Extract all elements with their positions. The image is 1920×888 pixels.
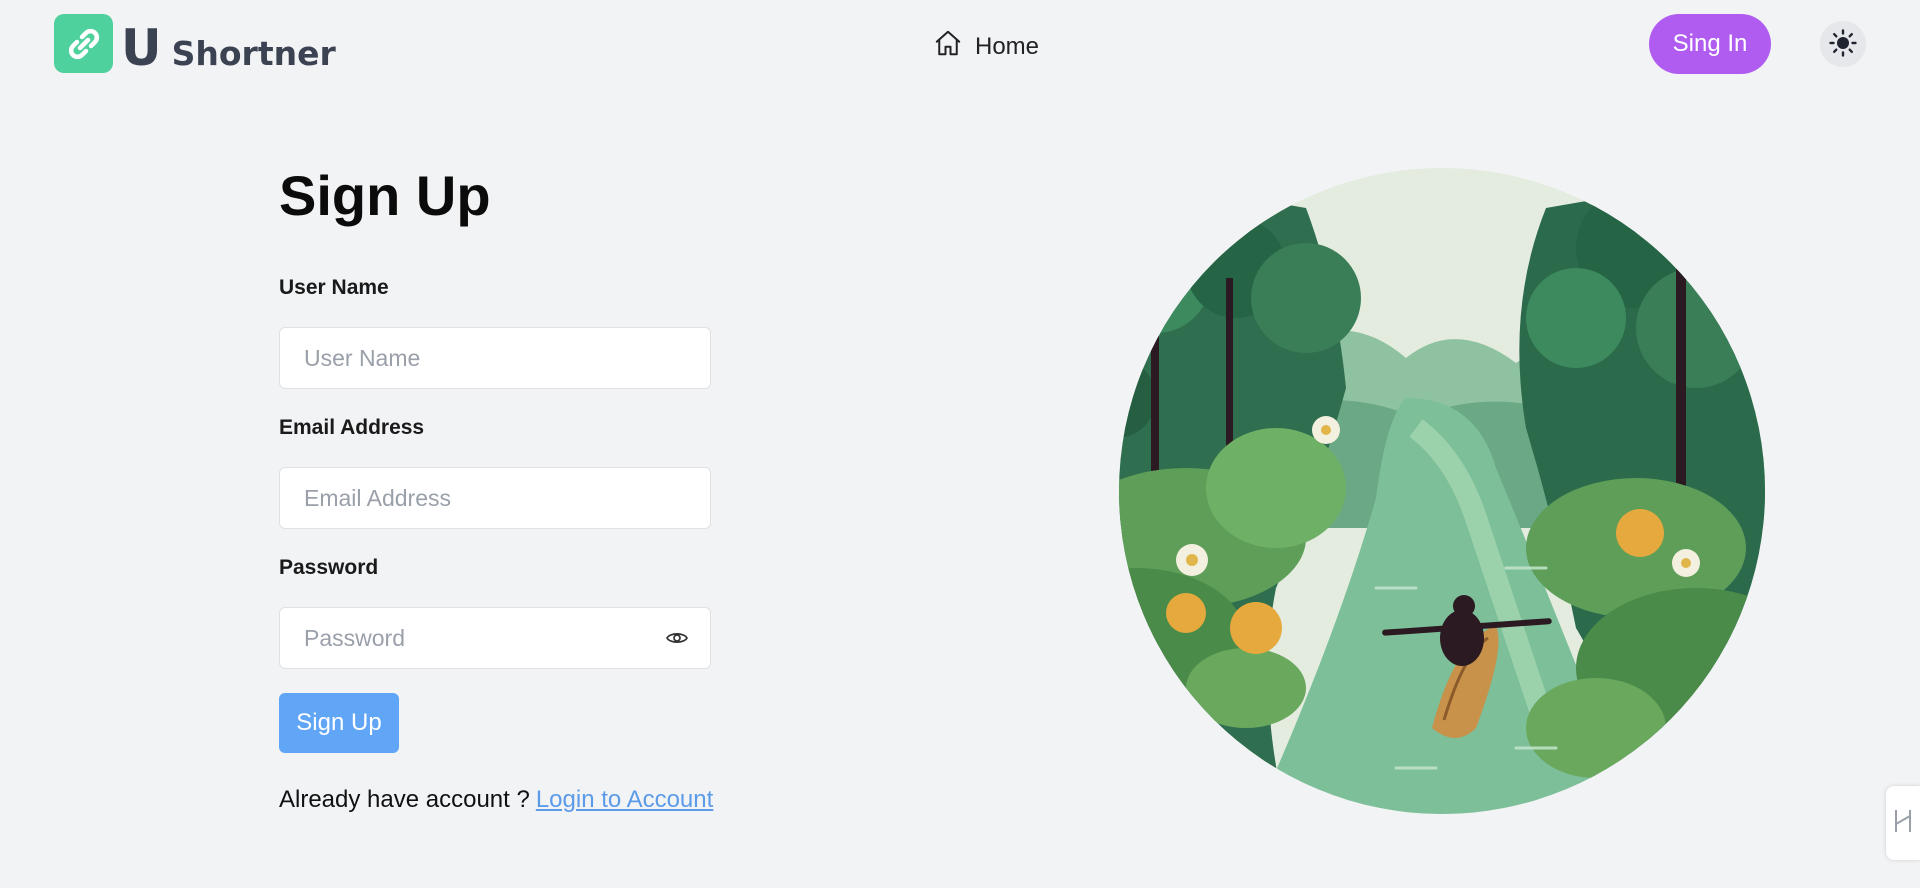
password-input[interactable] xyxy=(279,607,711,669)
login-link[interactable]: Login to Account xyxy=(536,786,713,813)
sign-up-button[interactable]: Sign Up xyxy=(279,693,399,753)
nav-home-link[interactable]: Home xyxy=(933,28,1039,65)
signup-form: Sign Up User Name Email Address Password… xyxy=(279,160,713,813)
password-label: Password xyxy=(279,556,379,579)
home-icon xyxy=(933,28,963,65)
email-label: Email Address xyxy=(279,416,425,439)
top-navbar: U Shortner Home Sing In xyxy=(0,0,1920,90)
email-input[interactable] xyxy=(279,467,711,529)
login-prompt: Already have account ? Login to Account xyxy=(279,786,713,814)
login-prompt-text: Already have account ? xyxy=(279,786,530,813)
logo-letter: U xyxy=(121,19,162,77)
page-title: Sign Up xyxy=(279,164,491,227)
eye-icon[interactable] xyxy=(662,623,692,653)
link-icon xyxy=(54,14,113,73)
sign-in-button[interactable]: Sing In xyxy=(1649,14,1771,74)
stairs-icon xyxy=(1892,806,1914,841)
username-input[interactable] xyxy=(279,327,711,389)
username-label: User Name xyxy=(279,276,389,299)
logo[interactable]: U Shortner xyxy=(54,14,336,73)
theme-toggle-button[interactable] xyxy=(1820,21,1866,67)
side-panel-tab[interactable] xyxy=(1886,786,1920,860)
river-kayak-illustration xyxy=(1076,168,1776,816)
sun-icon xyxy=(1828,28,1858,61)
logo-wordmark: Shortner xyxy=(171,34,336,73)
nav-home-label: Home xyxy=(975,32,1040,60)
